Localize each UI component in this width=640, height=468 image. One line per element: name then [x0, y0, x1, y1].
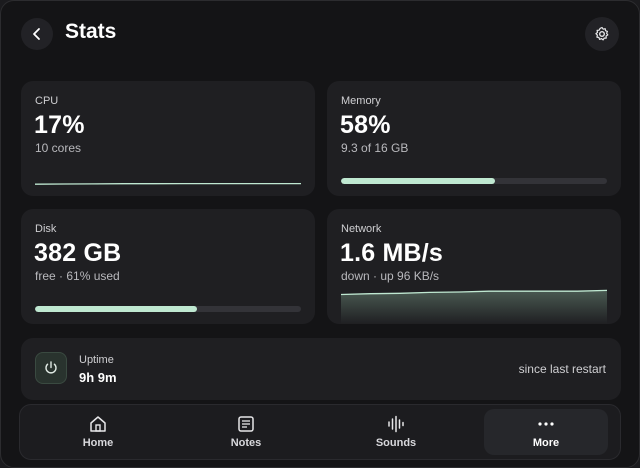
home-icon — [88, 415, 108, 433]
notes-icon — [236, 415, 256, 433]
memory-value: 58% — [340, 111, 391, 139]
memory-bar-fill — [341, 178, 496, 184]
network-value: 1.6 MB/s — [340, 239, 444, 267]
uptime-row[interactable]: Uptime 9h 9m since last restart — [21, 338, 621, 400]
nav-label-home: Home — [82, 437, 114, 449]
nav-label-sounds: Sounds — [375, 437, 417, 449]
header: Stats — [1, 1, 639, 65]
network-trend-area — [341, 290, 607, 324]
network-card[interactable]: Network 1.6 MB/s down · up 96 KB/s — [327, 209, 621, 324]
cpu-trend-line — [35, 182, 301, 185]
bottom-nav: Home Notes Sounds More — [19, 404, 621, 460]
chevron-left-icon — [30, 27, 44, 41]
nav-item-more[interactable]: More — [484, 409, 608, 455]
disk-usage: free · 61% used — [35, 269, 120, 283]
cpu-label: CPU — [35, 95, 59, 107]
cpu-card[interactable]: CPU 17% 10 cores — [21, 81, 315, 196]
nav-item-sounds[interactable]: Sounds — [334, 409, 458, 455]
nav-item-notes[interactable]: Notes — [184, 409, 308, 455]
cpu-sparkline — [35, 182, 301, 185]
nav-label-more: More — [532, 437, 560, 449]
memory-card[interactable]: Memory 58% 9.3 of 16 GB — [327, 81, 621, 196]
disk-bar-fill — [35, 306, 198, 312]
uptime-note: since last restart — [518, 362, 606, 376]
uptime-value: 9h 9m — [79, 370, 117, 385]
cpu-cores: 10 cores — [35, 141, 82, 155]
network-label: Network — [341, 223, 382, 235]
settings-button[interactable] — [585, 17, 619, 51]
page-title: Stats — [65, 20, 117, 43]
uptime-label: Uptime — [79, 354, 114, 366]
gear-icon — [594, 26, 610, 42]
nav-label-notes: Notes — [230, 437, 262, 449]
back-button[interactable] — [21, 18, 53, 50]
cpu-value: 17% — [34, 111, 85, 139]
memory-usage: 9.3 of 16 GB — [341, 141, 409, 155]
memory-label: Memory — [341, 95, 381, 107]
waveform-icon — [386, 415, 406, 433]
nav-item-home[interactable]: Home — [36, 409, 160, 455]
power-button[interactable] — [35, 352, 67, 384]
network-detail: down · up 96 KB/s — [341, 269, 440, 283]
disk-value: 382 GB — [34, 239, 122, 267]
app-window: Stats CPU 17% 10 cores Memory 58% 9.3 of… — [0, 0, 640, 468]
disk-card[interactable]: Disk 382 GB free · 61% used — [21, 209, 315, 324]
network-sparkline — [341, 289, 607, 324]
disk-bar — [35, 306, 301, 312]
disk-label: Disk — [35, 223, 57, 235]
power-icon — [43, 360, 59, 376]
ellipsis-icon — [536, 415, 556, 433]
memory-bar — [341, 178, 607, 184]
